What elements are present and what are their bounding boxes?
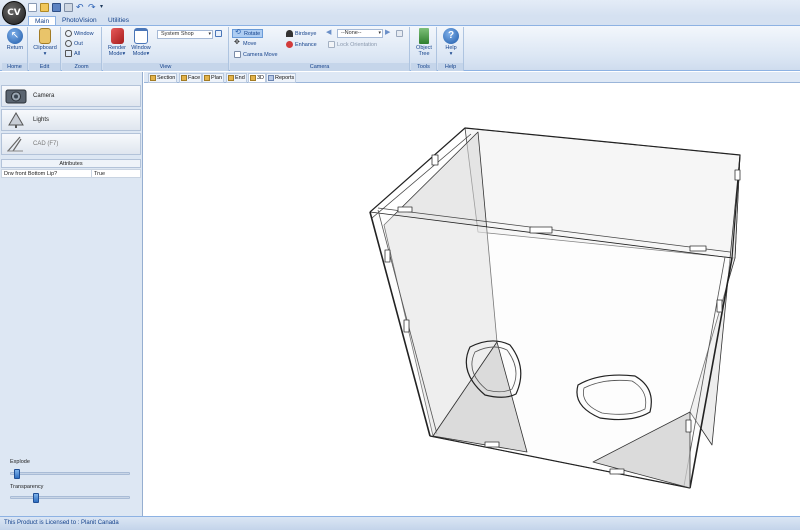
explode-label: Explode [10, 459, 30, 465]
render-mode-button[interactable]: Render Mode▾ [106, 28, 128, 57]
help-icon: ? [443, 28, 459, 44]
attribute-row[interactable]: Drw front Bottom Lip? True [1, 169, 141, 178]
attributes-header: Attributes [1, 159, 141, 168]
tab-plan[interactable]: Plan [202, 73, 225, 83]
tab-face[interactable]: Face [179, 73, 203, 83]
title-bar: ↶ ↷ ▾ [0, 0, 800, 16]
transparency-label: Transparency [10, 484, 44, 490]
print-icon[interactable] [64, 3, 73, 12]
clipboard-icon [39, 28, 51, 44]
object-tree-button[interactable]: Object Tree [412, 28, 436, 57]
transparency-slider[interactable] [10, 493, 130, 503]
object-tree-icon [419, 28, 429, 44]
reports-icon [268, 75, 274, 81]
window-mode-button[interactable]: Window Mode▾ [129, 28, 153, 57]
zoom-out-button[interactable]: Out [65, 40, 83, 47]
enhance-button[interactable]: Enhance [286, 41, 317, 48]
arrow-left-icon: ◀ [326, 29, 332, 36]
group-view: Render Mode▾ Window Mode▾ System Shop ▾ V… [103, 27, 229, 71]
zoom-out-icon [65, 40, 72, 47]
redo-icon[interactable]: ↷ [88, 3, 97, 12]
shop-select[interactable]: System Shop ▾ [157, 30, 213, 39]
zoom-all-icon [65, 50, 72, 57]
birdseye-icon [286, 30, 293, 37]
tab-reports[interactable]: Reports [266, 73, 297, 83]
lamp-icon [8, 112, 24, 128]
birdseye-button[interactable]: Birdseye [286, 30, 316, 37]
camera-view-select[interactable]: --None-- ▾ [337, 29, 383, 38]
face-icon [181, 75, 187, 81]
group-camera: ⟲ Rotate ✥ Move Camera Move Birdseye Enhan… [230, 27, 410, 71]
explode-slider[interactable] [10, 469, 130, 479]
zoom-window-button[interactable]: Window [65, 30, 94, 37]
tab-end[interactable]: End [226, 73, 247, 83]
open-folder-icon[interactable] [40, 3, 49, 12]
zoom-window-icon [65, 30, 72, 37]
cad-compass-icon [7, 136, 23, 152]
transparency-slider-thumb[interactable] [33, 493, 39, 503]
lock-orientation-toggle[interactable]: Lock Orientation [328, 41, 377, 48]
end-icon [228, 75, 234, 81]
ribbon: ↖ Return Home Clipboard ▾ Edit Window Out… [0, 25, 800, 71]
enhance-icon [286, 41, 293, 48]
arrow-right-icon: ▶ [385, 29, 391, 36]
3d-icon [250, 75, 256, 81]
nav-cad[interactable]: CAD (F7) [1, 133, 141, 155]
move-icon: ✥ [234, 39, 240, 46]
section-icon [150, 75, 156, 81]
render-cube-icon [110, 28, 124, 44]
camera-next-button[interactable]: ▶ [385, 29, 392, 37]
cabinet-3d-model [369, 127, 741, 489]
lock-orientation-checkbox[interactable] [328, 41, 335, 48]
clipboard-button[interactable]: Clipboard ▾ [31, 28, 59, 57]
3d-viewport[interactable] [144, 84, 800, 516]
chevron-down-icon: ▾ [378, 30, 381, 36]
nav-lights[interactable]: Lights [1, 109, 141, 131]
camera-move-checkbox[interactable] [234, 51, 241, 58]
view-tab-strip: Section Face Plan End 3D Reports [144, 72, 800, 83]
left-panel: Camera Lights CAD (F7) Attributes Drw fr… [0, 72, 143, 516]
undo-icon[interactable]: ↶ [76, 3, 85, 12]
camera-icon [5, 89, 27, 104]
customize-toolbar-icon[interactable]: ▾ [100, 3, 109, 12]
camera-save-icon [396, 30, 403, 37]
chevron-down-icon: ▾ [208, 31, 211, 37]
tab-section[interactable]: Section [148, 73, 178, 83]
save-icon[interactable] [52, 3, 61, 12]
shop-edit-button[interactable] [215, 30, 222, 37]
return-button[interactable]: ↖ Return [4, 28, 26, 51]
camera-move-button[interactable]: Camera Move [234, 51, 278, 58]
plan-icon [204, 75, 210, 81]
tab-3d[interactable]: 3D [248, 73, 267, 83]
nav-camera[interactable]: Camera [1, 85, 141, 107]
window-mode-icon [134, 28, 148, 44]
camera-save-button[interactable] [396, 30, 403, 37]
return-arrow-icon: ↖ [7, 28, 23, 44]
group-tools: Object Tree Tools [411, 27, 437, 71]
shop-edit-icon [215, 30, 222, 37]
help-button[interactable]: ? Help ▾ [439, 28, 463, 57]
rotate-button[interactable]: ⟲ Rotate [232, 29, 264, 38]
group-home: ↖ Return Home [2, 27, 28, 71]
explode-slider-thumb[interactable] [14, 469, 20, 479]
app-logo[interactable]: CV [2, 1, 26, 25]
zoom-all-button[interactable]: All [65, 50, 80, 57]
status-bar: This Product is Licensed to : Planit Can… [0, 516, 800, 530]
group-edit: Clipboard ▾ Edit [29, 27, 61, 71]
camera-prev-button[interactable]: ◀ [326, 29, 333, 37]
move-button[interactable]: ✥ Move [234, 39, 256, 47]
group-zoom: Window Out All Zoom [62, 27, 102, 71]
rotate-icon: ⟲ [235, 29, 241, 36]
group-help: ? Help ▾ Help [438, 27, 464, 71]
new-file-icon[interactable] [28, 3, 37, 12]
